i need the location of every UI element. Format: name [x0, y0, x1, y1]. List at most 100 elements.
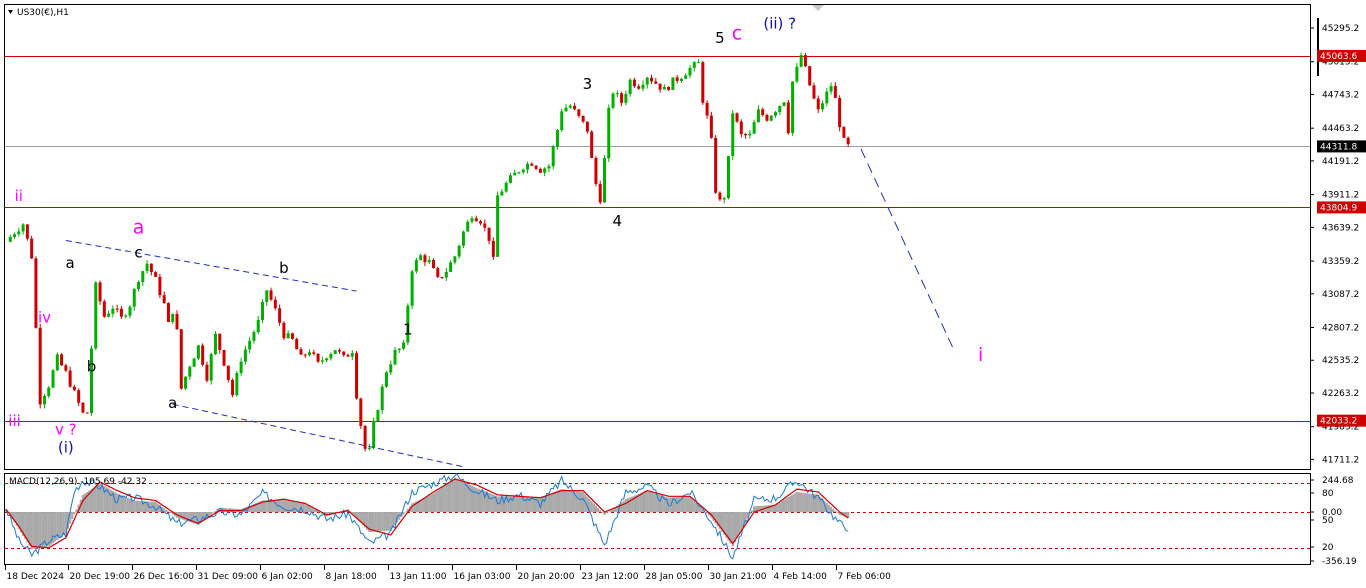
- wave-label: a: [168, 394, 177, 412]
- wave-label: iv: [38, 308, 51, 326]
- candle-body: [21, 224, 25, 232]
- candle-body: [316, 353, 320, 362]
- candle-body: [479, 221, 483, 224]
- candle-body: [111, 308, 115, 314]
- candle-body: [295, 338, 299, 350]
- candle-body: [94, 282, 98, 349]
- candle-body: [436, 268, 440, 277]
- candle-body: [312, 352, 316, 354]
- y-tick-label: 41711.2: [1322, 455, 1359, 465]
- candle-body: [560, 111, 564, 131]
- candle-body: [530, 163, 534, 166]
- candle-body: [440, 276, 444, 278]
- candle-body: [577, 109, 581, 116]
- candle-body: [419, 255, 423, 261]
- candle-body: [603, 158, 606, 203]
- candle-body: [102, 301, 106, 317]
- candle-body: [25, 224, 29, 239]
- candle-body: [47, 387, 51, 396]
- wave-label: v ?: [55, 420, 77, 438]
- wave-label: 3: [583, 75, 593, 93]
- candle-body: [64, 365, 68, 371]
- macd-label: MACD(12,26,9) -105.69 -42.32: [9, 477, 147, 487]
- candle-body: [833, 86, 837, 98]
- candle-body: [115, 308, 119, 310]
- price-box-label: 43804.9: [1320, 203, 1357, 213]
- x-tick-label: 28 Jan 05:00: [646, 572, 703, 582]
- main-panel-frame: [4, 4, 1311, 470]
- x-tick-label: 16 Jan 03:00: [454, 572, 511, 582]
- candle-body: [124, 315, 128, 317]
- candle-body: [359, 398, 363, 426]
- candle-body: [662, 86, 666, 90]
- candle-body: [261, 301, 264, 320]
- candle-body: [782, 102, 786, 106]
- price-scale-handle[interactable]: [1317, 18, 1319, 76]
- x-tick-label: 18 Dec 2024: [7, 572, 65, 582]
- candle-body: [474, 218, 478, 222]
- candle-body: [162, 295, 166, 303]
- candle-body: [98, 282, 102, 302]
- candle-body: [555, 130, 559, 147]
- candle-body: [457, 245, 461, 257]
- candle-body: [196, 345, 200, 359]
- candle-body: [410, 271, 414, 306]
- candle-body: [265, 290, 269, 302]
- candle-body: [128, 306, 132, 316]
- candle-body: [658, 83, 662, 90]
- candle-body: [81, 402, 85, 413]
- candle-body: [581, 115, 585, 122]
- macd-y-tick-label: -356.19: [1322, 557, 1357, 567]
- candle-body: [55, 354, 59, 371]
- candle-body: [679, 78, 683, 81]
- macd-y-tick-label: 20: [1322, 543, 1334, 553]
- candle-body: [137, 281, 141, 290]
- candle-body: [816, 98, 820, 110]
- candle-body: [243, 349, 247, 362]
- candle-body: [282, 322, 286, 339]
- candle-body: [697, 62, 701, 64]
- candle-body: [158, 276, 162, 296]
- candle-body: [735, 113, 739, 122]
- y-tick-label: 42807.2: [1322, 324, 1359, 334]
- candle-body: [692, 62, 696, 68]
- candle-body: [119, 308, 123, 317]
- candle-body: [154, 272, 158, 277]
- candle-body: [286, 333, 290, 339]
- candle-body: [778, 105, 782, 113]
- candle-body: [355, 353, 359, 399]
- symbol-label: US30(€),H1: [17, 8, 69, 18]
- candle-body: [192, 358, 196, 367]
- candle-body: [222, 350, 226, 366]
- candle-body: [829, 86, 833, 92]
- candle-body: [60, 354, 64, 366]
- y-tick-label: 44463.2: [1322, 124, 1359, 134]
- candle-body: [346, 355, 350, 357]
- candle-body: [453, 256, 457, 263]
- candle-body: [239, 361, 243, 374]
- candle-body: [13, 234, 17, 237]
- candle-body: [718, 192, 722, 200]
- candle-body: [705, 102, 709, 116]
- candle-body: [795, 66, 799, 82]
- candle-body: [427, 260, 431, 263]
- x-tick-label: 20 Dec 19:00: [70, 572, 131, 582]
- wave-label: a: [133, 216, 145, 238]
- wave-label: 5: [715, 29, 725, 47]
- candle-body: [166, 302, 170, 322]
- candle-body: [594, 157, 598, 184]
- price-box-label: 44311.8: [1320, 142, 1357, 152]
- candle-body: [273, 299, 277, 309]
- candle-body: [517, 172, 521, 174]
- price-box-label: 45063.6: [1320, 52, 1357, 62]
- candle-body: [72, 386, 76, 391]
- candle-body: [769, 115, 773, 121]
- candle-body: [213, 333, 217, 355]
- candle-body: [821, 103, 825, 110]
- candle-body: [590, 131, 594, 158]
- candle-body: [654, 81, 658, 84]
- candle-body: [470, 218, 474, 222]
- x-tick-label: 20 Jan 20:00: [518, 572, 575, 582]
- candle-body: [667, 86, 671, 90]
- candle-body: [786, 102, 790, 134]
